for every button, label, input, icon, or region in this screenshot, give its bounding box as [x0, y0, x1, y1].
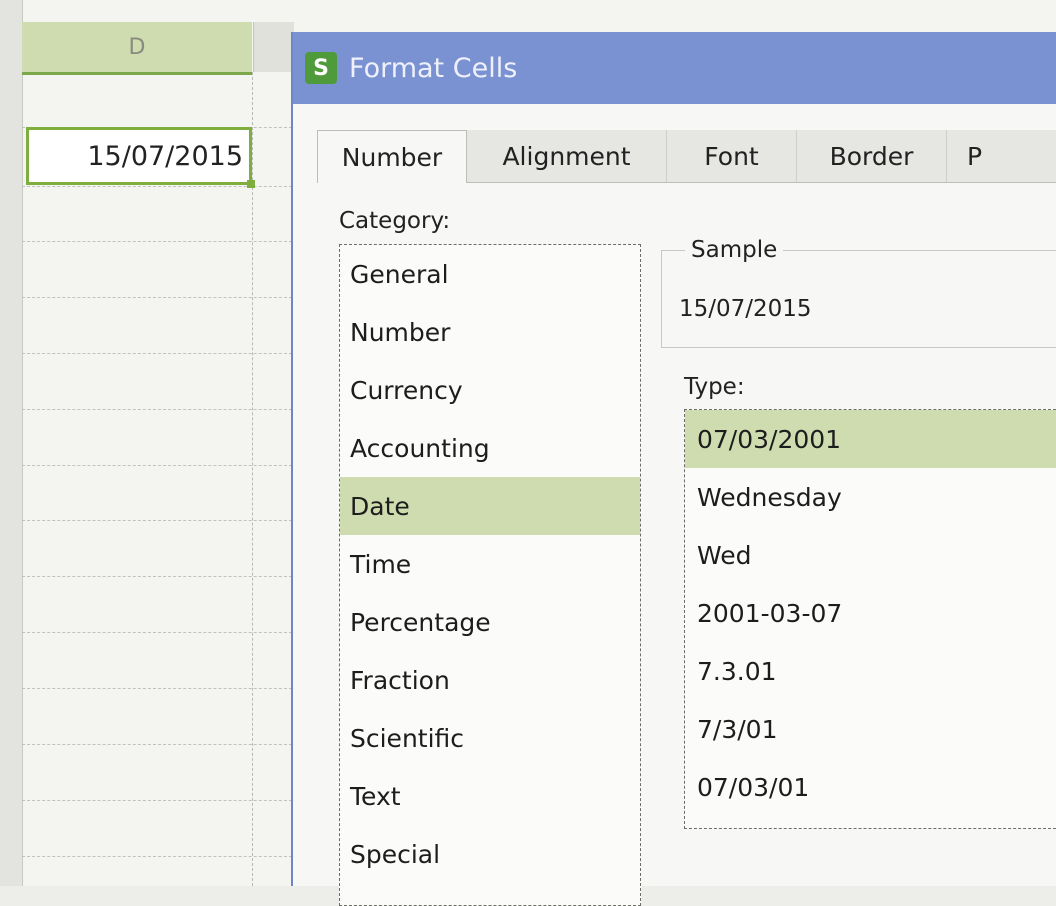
column-header-next[interactable] — [253, 22, 294, 72]
grid-line — [22, 744, 292, 745]
category-item-percentage[interactable]: Percentage — [340, 593, 640, 651]
type-item[interactable]: Wednesday — [685, 468, 1056, 526]
category-item-text[interactable]: Text — [340, 767, 640, 825]
dialog-title: Format Cells — [349, 52, 518, 84]
grid-line — [22, 241, 292, 242]
grid-line — [22, 800, 292, 801]
grid-line — [22, 856, 292, 857]
type-item[interactable]: 07/03/01 — [685, 758, 1056, 816]
tab-alignment[interactable]: Alignment — [467, 130, 667, 182]
grid-line — [22, 465, 292, 466]
grid-line — [22, 576, 292, 577]
category-label: Category: — [339, 208, 451, 234]
category-item-fraction[interactable]: Fraction — [340, 651, 640, 709]
fill-handle[interactable] — [247, 180, 255, 188]
spreadsheet-app-icon: S — [305, 52, 337, 84]
type-list[interactable]: 07/03/2001 Wednesday Wed 2001-03-07 7.3.… — [684, 409, 1056, 829]
category-item-date[interactable]: Date — [340, 477, 640, 535]
tab-font[interactable]: Font — [667, 130, 797, 182]
type-item[interactable]: 2001-03-07 — [685, 584, 1056, 642]
category-item-accounting[interactable]: Accounting — [340, 419, 640, 477]
grid-line — [22, 520, 292, 521]
grid-line — [252, 72, 253, 886]
tab-number[interactable]: Number — [317, 130, 467, 183]
format-cells-dialog: S Format Cells Number Alignment Font Bor… — [291, 32, 1056, 906]
category-item-scientific[interactable]: Scientific — [340, 709, 640, 767]
category-item-general[interactable]: General — [340, 245, 640, 303]
dialog-titlebar[interactable]: S Format Cells — [293, 32, 1056, 104]
sample-value: 15/07/2015 — [679, 296, 812, 322]
dialog-tabs: Number Alignment Font Border P — [317, 130, 1056, 183]
grid-line — [22, 353, 292, 354]
grid-line — [22, 632, 292, 633]
tab-border[interactable]: Border — [797, 130, 947, 182]
sample-label: Sample — [685, 237, 784, 263]
category-list[interactable]: General Number Currency Accounting Date … — [339, 244, 641, 906]
grid-line — [22, 688, 292, 689]
category-item-currency[interactable]: Currency — [340, 361, 640, 419]
type-item[interactable]: Wed — [685, 526, 1056, 584]
category-item-special[interactable]: Special — [340, 825, 640, 883]
type-item[interactable]: 7/3/01 — [685, 700, 1056, 758]
grid-line — [22, 409, 292, 410]
type-item[interactable]: 07/03/2001 — [685, 410, 1056, 468]
type-label: Type: — [684, 374, 745, 400]
category-item-number[interactable]: Number — [340, 303, 640, 361]
row-header-strip — [0, 0, 23, 886]
grid-line — [22, 297, 292, 298]
tab-patterns[interactable]: P — [947, 130, 1056, 182]
column-header-d[interactable]: D — [22, 22, 252, 75]
category-item-time[interactable]: Time — [340, 535, 640, 593]
active-cell[interactable]: 15/07/2015 — [26, 127, 252, 185]
type-item[interactable]: 7.3.01 — [685, 642, 1056, 700]
